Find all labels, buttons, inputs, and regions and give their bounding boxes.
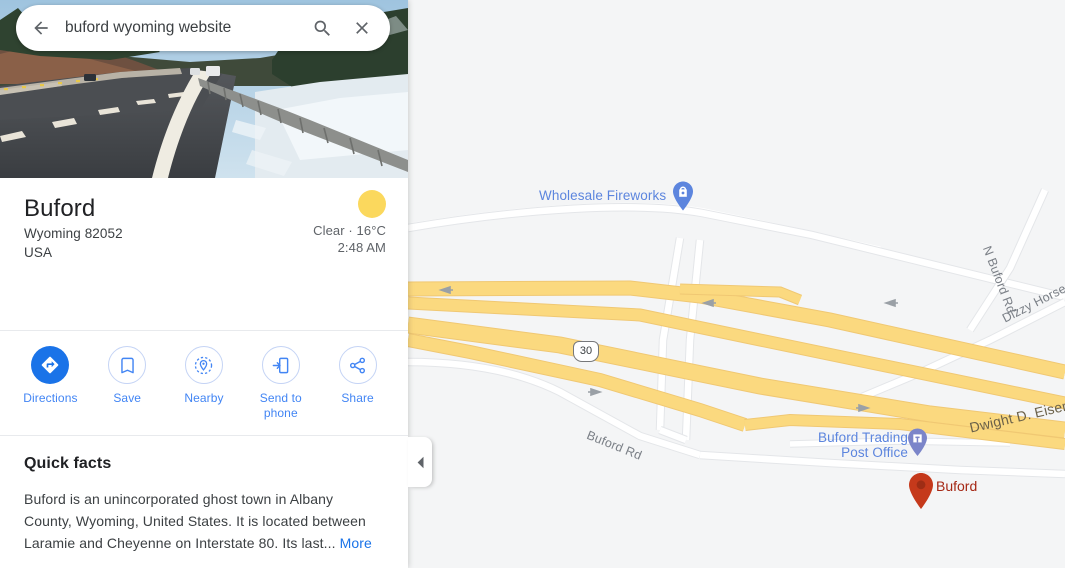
place-info-panel: Buford Wyoming 82052 USA Clear · 16°C 2:… bbox=[0, 0, 408, 568]
route-shield-number: 30 bbox=[579, 345, 593, 357]
post-office-pin-icon[interactable] bbox=[907, 428, 928, 457]
quick-facts-section: Quick facts Buford is an unincorporated … bbox=[0, 437, 408, 554]
more-link[interactable]: More bbox=[340, 535, 372, 551]
quick-facts-text: Buford is an unincorporated ghost town i… bbox=[24, 491, 366, 551]
action-button-row: Directions Save Nearby Send to phone Sha… bbox=[0, 336, 408, 431]
divider bbox=[0, 330, 408, 331]
nearby-button[interactable]: Nearby bbox=[166, 346, 243, 421]
send-to-phone-label: Send to phone bbox=[259, 391, 302, 420]
quick-facts-title: Quick facts bbox=[24, 455, 112, 472]
divider bbox=[0, 435, 408, 436]
main-marker-label: Buford bbox=[936, 478, 978, 494]
directions-button[interactable]: Directions bbox=[12, 346, 89, 421]
map-pin-icon-buford[interactable] bbox=[907, 472, 935, 510]
back-button[interactable] bbox=[21, 8, 61, 48]
search-icon bbox=[314, 20, 330, 36]
share-label: Share bbox=[341, 391, 374, 405]
search-bar[interactable] bbox=[16, 5, 390, 51]
share-button[interactable]: Share bbox=[319, 346, 396, 421]
chevron-left-icon bbox=[417, 456, 423, 468]
save-label: Save bbox=[113, 391, 142, 405]
local-time: 2:48 AM bbox=[337, 240, 386, 255]
close-icon bbox=[356, 22, 368, 34]
google-maps-app: 30 Wholesale Fireworks Buford Trading Po… bbox=[0, 0, 1065, 568]
collapse-panel-handle[interactable] bbox=[408, 437, 432, 487]
weather-widget: Clear · 16°C 2:48 AM bbox=[313, 190, 386, 256]
weather-condition: Clear · 16°C bbox=[313, 223, 386, 238]
nearby-label: Nearby bbox=[184, 391, 224, 405]
search-input-wrapper[interactable] bbox=[61, 19, 302, 37]
directions-label: Directions bbox=[23, 391, 78, 405]
search-button[interactable] bbox=[302, 8, 342, 48]
quick-facts-body: Buford is an unincorporated ghost town i… bbox=[24, 488, 384, 554]
send-to-phone-button[interactable]: Send to phone bbox=[242, 346, 319, 421]
place-header: Buford Wyoming 82052 USA Clear · 16°C 2:… bbox=[0, 178, 408, 276]
share-icon bbox=[338, 346, 377, 384]
bookmark-icon bbox=[108, 346, 147, 384]
nearby-pin-icon bbox=[184, 346, 223, 384]
back-arrow-icon bbox=[34, 21, 48, 35]
send-to-phone-icon bbox=[261, 346, 300, 384]
shopping-bag-pin-icon[interactable] bbox=[672, 181, 694, 211]
us-route-shield: 30 bbox=[573, 341, 599, 362]
directions-icon bbox=[31, 346, 70, 384]
sun-icon bbox=[358, 190, 386, 218]
clear-search-button[interactable] bbox=[342, 8, 382, 48]
search-input[interactable] bbox=[65, 19, 302, 37]
save-button[interactable]: Save bbox=[89, 346, 166, 421]
